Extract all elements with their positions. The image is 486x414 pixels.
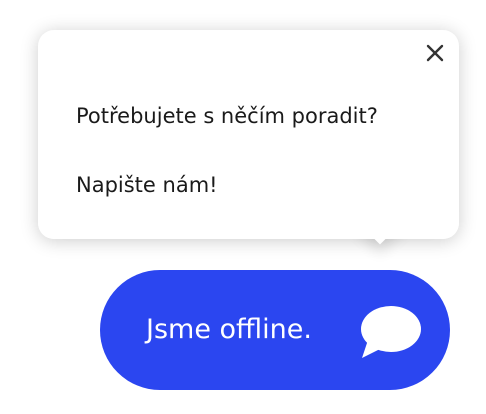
chat-widget: Potřebujete s něčím poradit? Napište nám… (0, 0, 486, 414)
popup-message-question: Potřebujete s něčím poradit? (76, 104, 378, 128)
chat-status-label: Jsme offline. (146, 314, 312, 345)
close-icon (426, 44, 444, 62)
popup-message-cta: Napište nám! (76, 173, 218, 197)
speech-bubble-icon (358, 304, 422, 360)
close-button[interactable] (423, 41, 447, 65)
popup-body (38, 160, 459, 239)
